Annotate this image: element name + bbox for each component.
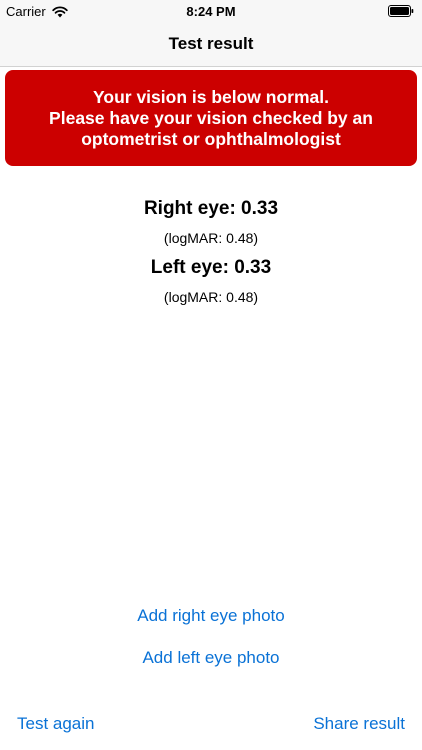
- left-eye-result: Left eye: 0.33: [150, 257, 272, 278]
- share-result-button[interactable]: Share result: [313, 714, 405, 734]
- status-bar: Carrier 8:24 PM: [0, 0, 422, 24]
- status-time: 8:24 PM: [186, 4, 236, 19]
- right-eye-result: Right eye: 0.33: [143, 198, 279, 219]
- right-eye-logmar: (logMAR: 0.48): [163, 230, 259, 246]
- warning-line-1: Your vision is below normal.: [93, 87, 329, 107]
- add-right-eye-photo-button[interactable]: Add right eye photo: [0, 606, 422, 626]
- warning-line-2: Please have your vision checked by an: [49, 108, 373, 128]
- warning-line-3: optometrist or ophthalmologist: [81, 129, 341, 149]
- add-left-eye-photo-button[interactable]: Add left eye photo: [0, 648, 422, 668]
- left-eye-logmar: (logMAR: 0.48): [163, 289, 259, 305]
- battery-icon: [388, 5, 414, 17]
- page-title: Test result: [168, 34, 254, 53]
- navigation-bar: Test result: [0, 24, 422, 67]
- vision-warning-banner: Your vision is below normal. Please have…: [5, 70, 417, 166]
- test-again-button[interactable]: Test again: [17, 714, 95, 734]
